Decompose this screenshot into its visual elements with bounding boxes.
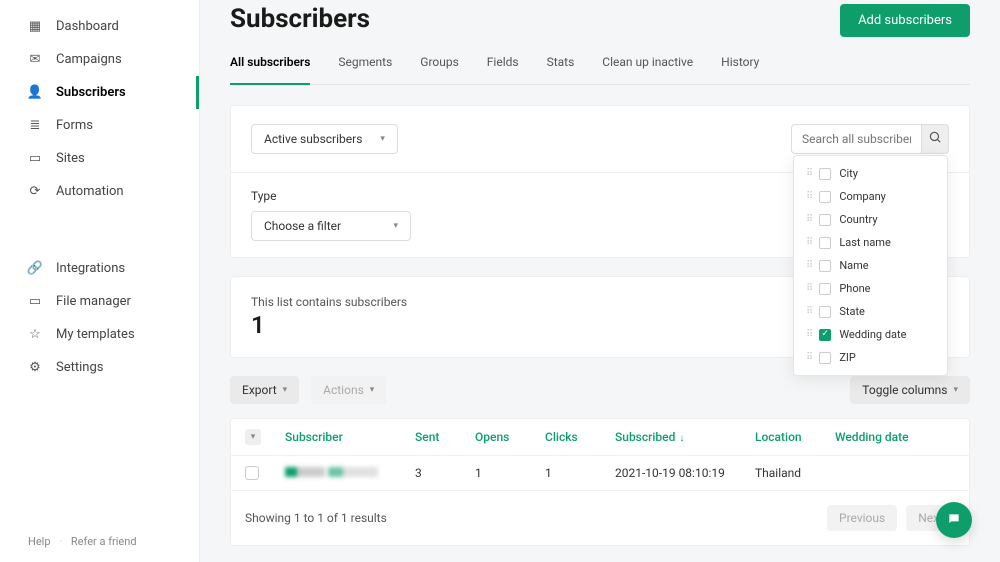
sidebar-item-forms[interactable]: ≣Forms bbox=[0, 109, 199, 142]
tab-all-subscribers[interactable]: All subscribers bbox=[230, 55, 310, 85]
search-icon bbox=[928, 130, 942, 148]
forms-icon: ≣ bbox=[28, 119, 42, 133]
col-subscribed[interactable]: Subscribed↓ bbox=[615, 430, 755, 444]
page-title: Subscribers bbox=[230, 4, 370, 34]
dashboard-icon: ▦ bbox=[28, 20, 42, 34]
sidebar-item-integrations[interactable]: 🔗Integrations bbox=[0, 252, 199, 285]
chevron-down-icon: ▾ bbox=[283, 385, 288, 395]
select-all-checkbox[interactable]: ▾ bbox=[245, 429, 261, 445]
sidebar-item-automation[interactable]: ⟳Automation bbox=[0, 175, 199, 208]
col-opens[interactable]: Opens bbox=[475, 430, 545, 444]
sites-icon: ▭ bbox=[28, 152, 42, 166]
status-filter-dropdown[interactable]: Active subscribers ▾ bbox=[251, 124, 398, 154]
column-toggle-last-name[interactable]: ⠿Last name bbox=[794, 231, 947, 254]
col-clicks[interactable]: Clicks bbox=[545, 430, 615, 444]
checkbox[interactable] bbox=[819, 214, 831, 226]
drag-icon: ⠿ bbox=[806, 191, 811, 202]
column-toggle-wedding-date[interactable]: ⠿Wedding date bbox=[794, 323, 947, 346]
automation-icon: ⟳ bbox=[28, 185, 42, 199]
col-location[interactable]: Location bbox=[755, 430, 835, 444]
col-subscriber[interactable]: Subscriber bbox=[285, 430, 415, 444]
drag-icon: ⠿ bbox=[806, 306, 811, 317]
sort-down-icon: ↓ bbox=[679, 433, 684, 444]
column-toggle-state[interactable]: ⠿State bbox=[794, 300, 947, 323]
checkbox[interactable] bbox=[819, 260, 831, 272]
col-sent[interactable]: Sent bbox=[415, 430, 475, 444]
tab-clean-up-inactive[interactable]: Clean up inactive bbox=[602, 55, 693, 84]
subscriber-redacted bbox=[285, 467, 325, 477]
row-checkbox[interactable] bbox=[245, 466, 259, 480]
chevron-down-icon: ▾ bbox=[393, 221, 398, 231]
search-button[interactable] bbox=[921, 124, 949, 154]
drag-icon: ⠿ bbox=[806, 283, 811, 294]
sidebar-item-subscribers[interactable]: 👤Subscribers bbox=[0, 76, 199, 109]
tab-history[interactable]: History bbox=[721, 55, 759, 84]
results-summary: Showing 1 to 1 of 1 results bbox=[245, 511, 387, 525]
checkbox[interactable] bbox=[819, 352, 831, 364]
drag-icon: ⠿ bbox=[806, 352, 811, 363]
table-row[interactable]: 3 1 1 2021-10-19 08:10:19 Thailand bbox=[231, 455, 969, 490]
sidebar-item-campaigns[interactable]: ✉Campaigns bbox=[0, 43, 199, 76]
chevron-down-icon: ▾ bbox=[380, 134, 385, 144]
column-toggle-zip[interactable]: ⠿ZIP bbox=[794, 346, 947, 369]
filemanager-icon: ▭ bbox=[28, 295, 42, 309]
chevron-down-icon: ▾ bbox=[251, 432, 256, 442]
checkbox[interactable] bbox=[819, 191, 831, 203]
search-input[interactable] bbox=[791, 124, 921, 154]
column-toggle-country[interactable]: ⠿Country bbox=[794, 208, 947, 231]
drag-icon: ⠿ bbox=[806, 329, 811, 340]
chevron-down-icon: ▾ bbox=[370, 385, 375, 395]
campaigns-icon: ✉ bbox=[28, 53, 42, 67]
help-fab[interactable] bbox=[936, 502, 972, 538]
sidebar-item-dashboard[interactable]: ▦Dashboard bbox=[0, 10, 199, 43]
chevron-down-icon: ▾ bbox=[953, 385, 958, 395]
sidebar-item-sites[interactable]: ▭Sites bbox=[0, 142, 199, 175]
sidebar-item-file-manager[interactable]: ▭File manager bbox=[0, 285, 199, 318]
actions-button[interactable]: Actions▾ bbox=[311, 376, 386, 404]
checkbox[interactable] bbox=[819, 168, 831, 180]
settings-icon: ⚙ bbox=[28, 361, 42, 375]
tab-groups[interactable]: Groups bbox=[420, 55, 459, 84]
type-filter-dropdown[interactable]: Choose a filter ▾ bbox=[251, 211, 411, 241]
refer-link[interactable]: Refer a friend bbox=[71, 535, 137, 548]
checkbox[interactable] bbox=[819, 329, 831, 341]
add-subscribers-button[interactable]: Add subscribers bbox=[840, 4, 970, 37]
drag-icon: ⠿ bbox=[806, 237, 811, 248]
drag-icon: ⠿ bbox=[806, 260, 811, 271]
column-toggle-name[interactable]: ⠿Name bbox=[794, 254, 947, 277]
col-wedding[interactable]: Wedding date bbox=[835, 430, 915, 444]
column-toggle-phone[interactable]: ⠿Phone bbox=[794, 277, 947, 300]
checkbox[interactable] bbox=[819, 306, 831, 318]
column-toggle-city[interactable]: ⠿City bbox=[794, 162, 947, 185]
tab-segments[interactable]: Segments bbox=[338, 55, 392, 84]
help-link[interactable]: Help bbox=[28, 535, 51, 548]
checkbox[interactable] bbox=[819, 237, 831, 249]
toggle-columns-button[interactable]: Toggle columns▾ bbox=[850, 376, 970, 404]
checkbox[interactable] bbox=[819, 283, 831, 295]
previous-button[interactable]: Previous bbox=[827, 505, 897, 531]
tab-fields[interactable]: Fields bbox=[487, 55, 519, 84]
sidebar-item-settings[interactable]: ⚙Settings bbox=[0, 351, 199, 384]
sidebar-item-my-templates[interactable]: ☆My templates bbox=[0, 318, 199, 351]
chat-icon bbox=[947, 511, 961, 530]
column-toggle-company[interactable]: ⠿Company bbox=[794, 185, 947, 208]
columns-dropdown: ⠿City⠿Company⠿Country⠿Last name⠿Name⠿Pho… bbox=[793, 155, 948, 376]
export-button[interactable]: Export▾ bbox=[230, 376, 299, 404]
drag-icon: ⠿ bbox=[806, 214, 811, 225]
tab-stats[interactable]: Stats bbox=[547, 55, 575, 84]
subscribers-icon: 👤 bbox=[28, 86, 42, 100]
integrations-icon: 🔗 bbox=[28, 262, 42, 276]
drag-icon: ⠿ bbox=[806, 168, 811, 179]
templates-icon: ☆ bbox=[28, 328, 42, 342]
